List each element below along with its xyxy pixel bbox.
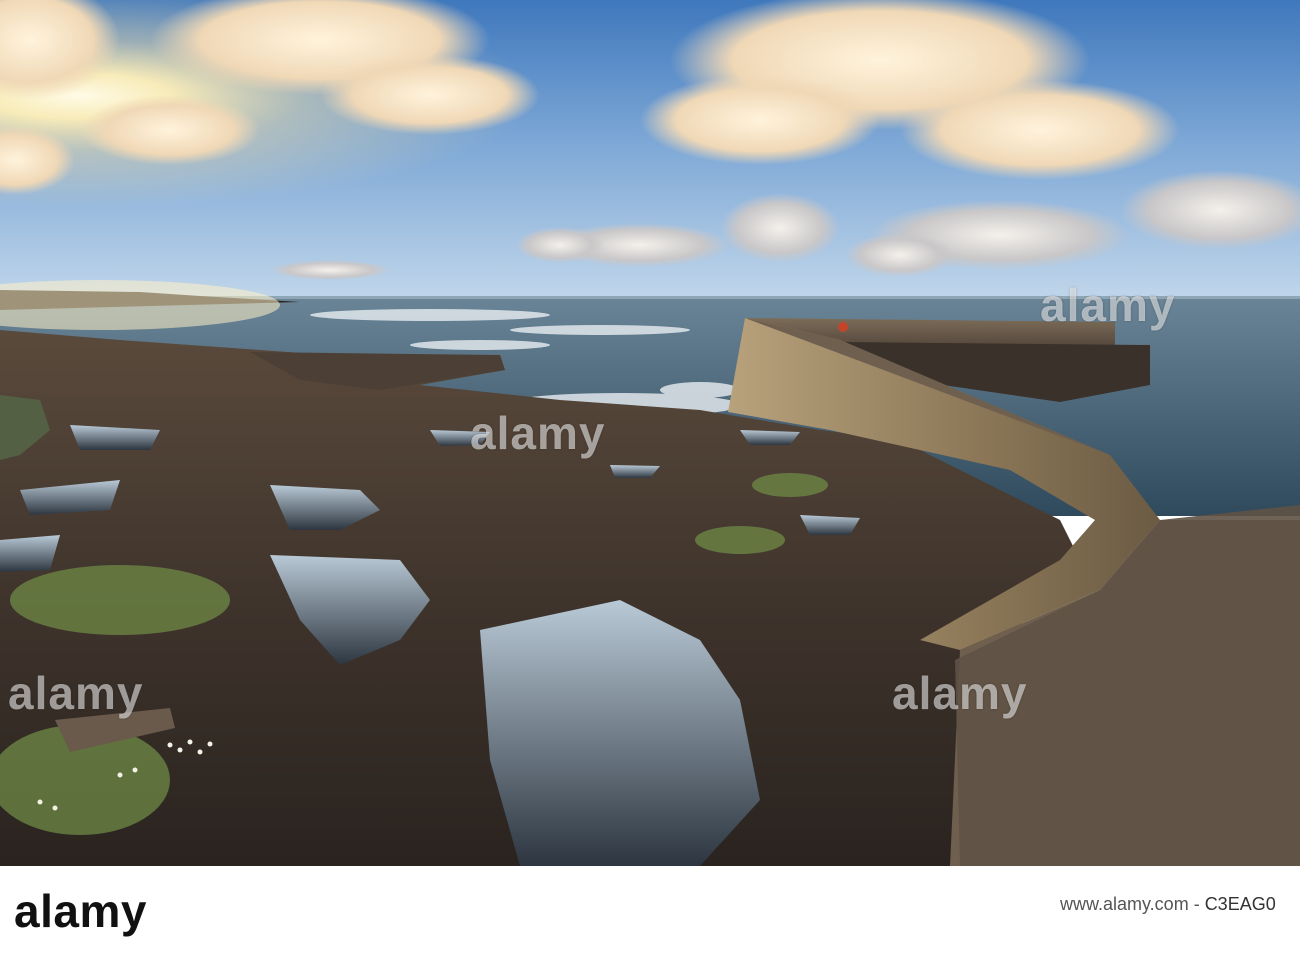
footer-bar: alamy www.alamy.com - C3EAG0 [0, 866, 1300, 956]
lifebuoy [838, 322, 848, 332]
coastal-photo: alamy alamy alamy alamy [0, 0, 1300, 866]
image-id-prefix: www.alamy.com - [1060, 894, 1205, 914]
image-id: C3EAG0 [1204, 894, 1276, 914]
photo-canvas [0, 0, 1300, 866]
alamy-logo: alamy [14, 885, 147, 937]
image-id-line: www.alamy.com - C3EAG0 [1060, 894, 1276, 915]
